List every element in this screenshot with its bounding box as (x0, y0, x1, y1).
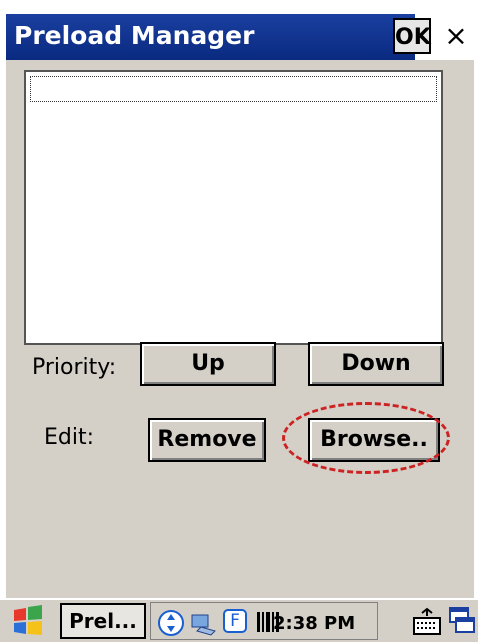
windows-flag-icon (14, 605, 42, 635)
up-button[interactable]: Up (140, 342, 276, 386)
edit-label: Edit: (44, 425, 95, 450)
taskbar-app-button[interactable]: Prel... (60, 603, 146, 639)
title-bar: Preload Manager OK × (0, 0, 478, 62)
preload-listbox[interactable] (24, 70, 443, 345)
sync-icon[interactable] (157, 609, 185, 637)
highlight-annotation (282, 402, 450, 474)
remove-button[interactable]: Remove (148, 418, 266, 462)
clock: 2:38 PM (273, 613, 356, 634)
task-switcher-icon[interactable] (448, 606, 476, 636)
down-button[interactable]: Down (308, 342, 444, 386)
start-button[interactable] (10, 604, 46, 638)
system-tray: F 2:38 PM (150, 602, 378, 640)
keyboard-icon[interactable] (412, 606, 442, 638)
list-focus-row[interactable] (30, 76, 437, 102)
dialog-client-area: Priority: Up Down Edit: Remove Browse.. (6, 60, 474, 598)
f-mode-icon[interactable]: F (223, 609, 247, 633)
ok-button[interactable]: OK (393, 18, 431, 54)
taskbar: Prel... F 2:38 PM (0, 598, 478, 642)
priority-label: Priority: (32, 355, 117, 380)
close-button[interactable]: × (438, 16, 474, 56)
network-icon[interactable] (189, 609, 219, 637)
device-screen: Preload Manager OK × Priority: Up Down E… (0, 0, 478, 642)
window-title: Preload Manager (14, 21, 255, 50)
